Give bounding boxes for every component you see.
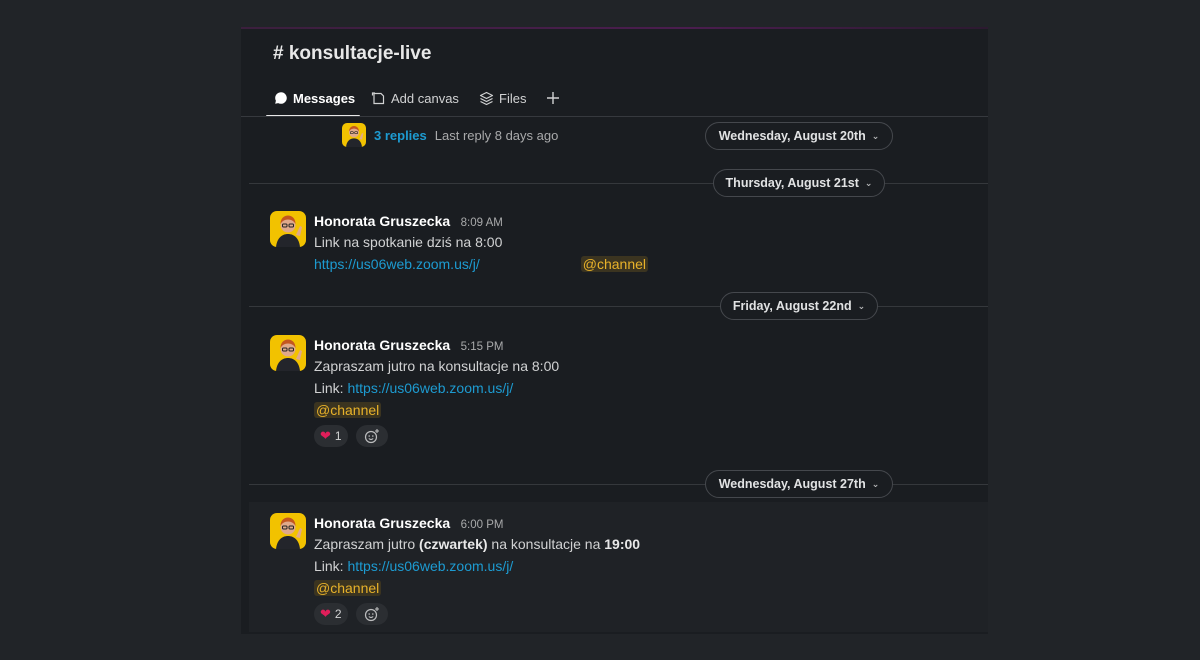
zoom-link[interactable]: https://us06web.zoom.us/j/ xyxy=(347,380,513,396)
add-reaction-button[interactable] xyxy=(356,425,389,447)
date-divider-pill[interactable]: Thursday, August 21st ⌄ xyxy=(713,169,885,197)
message-timestamp[interactable]: 8:09 AM xyxy=(461,217,503,229)
message-mention-line: @channel xyxy=(314,577,968,599)
channel-mention[interactable]: @channel xyxy=(314,402,382,418)
avatar[interactable] xyxy=(270,513,306,549)
channel-tabs: Messages Add canvas Files xyxy=(266,83,988,117)
chevron-down-icon: ⌄ xyxy=(864,177,873,188)
add-emoji-icon xyxy=(364,607,380,622)
channel-window: # konsultacje-live Messages Add canvas F… xyxy=(241,27,988,634)
plus-icon xyxy=(547,92,559,104)
add-tab-button[interactable] xyxy=(545,83,566,113)
date-label: Friday, August 22nd xyxy=(732,299,852,313)
date-label: Wednesday, August 27th xyxy=(718,477,866,491)
tab-add-canvas-label: Add canvas xyxy=(391,90,459,106)
message-item[interactable]: Honorata Gruszecka 6:00 PM Zapraszam jut… xyxy=(241,513,988,625)
message-link-line: https://us06web.zoom.us/j/ @channel xyxy=(314,253,968,275)
heart-reaction[interactable]: ❤ 2 xyxy=(314,603,348,625)
date-divider-pill[interactable]: Wednesday, August 20th ⌄ xyxy=(705,122,893,150)
message-text-part: Zapraszam jutro xyxy=(314,536,420,552)
reaction-count: 1 xyxy=(334,429,342,443)
message-item[interactable]: Honorata Gruszecka 8:09 AM Link na spotk… xyxy=(241,211,988,281)
message-mention-line: @channel xyxy=(314,399,968,421)
tab-files-label: Files xyxy=(499,90,527,106)
message-text: Zapraszam jutro na konsultacje na 8:00 xyxy=(314,358,560,374)
tab-add-canvas[interactable]: Add canvas xyxy=(371,83,459,113)
link-prefix: Link: xyxy=(314,380,348,396)
author-name[interactable]: Honorata Gruszecka xyxy=(314,515,450,531)
message-text: Zapraszam jutro (czwartek) na konsultacj… xyxy=(314,533,968,555)
reaction-count: 2 xyxy=(334,607,342,621)
chevron-down-icon: ⌄ xyxy=(871,130,880,141)
reactions-bar: ❤ 1 xyxy=(314,425,968,449)
message-text-part: na konsultacje na xyxy=(487,536,605,552)
canvas-icon xyxy=(371,91,385,104)
date-label: Thursday, August 21st xyxy=(725,176,859,190)
thread-last-reply: Last reply 8 days ago xyxy=(434,127,559,143)
thread-replies-link[interactable]: 3 replies xyxy=(374,128,427,143)
message-item[interactable]: Honorata Gruszecka 5:15 PM Zapraszam jut… xyxy=(241,335,988,455)
zoom-link[interactable]: https://us06web.zoom.us/j/ xyxy=(347,558,513,574)
chevron-down-icon: ⌄ xyxy=(871,478,880,489)
tab-messages[interactable]: Messages xyxy=(266,83,360,117)
author-name[interactable]: Honorata Gruszecka xyxy=(314,213,450,229)
heart-reaction[interactable]: ❤ 1 xyxy=(314,425,348,447)
message-list: 3 replies Last reply 8 days ago Wednesda… xyxy=(241,117,988,634)
heart-icon: ❤ xyxy=(320,606,331,621)
add-reaction-button[interactable] xyxy=(356,603,389,625)
tab-files[interactable]: Files xyxy=(479,83,526,113)
date-divider-pill[interactable]: Wednesday, August 27th ⌄ xyxy=(705,470,893,498)
message-link-line: Link: https://us06web.zoom.us/j/ xyxy=(314,377,968,399)
layers-icon xyxy=(479,91,494,105)
thread-reply-avatar xyxy=(342,123,366,147)
message-timestamp[interactable]: 5:15 PM xyxy=(461,341,504,353)
message-timestamp[interactable]: 6:00 PM xyxy=(461,519,504,531)
add-emoji-icon xyxy=(364,429,380,444)
link-prefix: Link: xyxy=(314,558,348,574)
channel-title: # konsultacje-live xyxy=(273,43,432,64)
heart-icon: ❤ xyxy=(320,428,331,443)
message-bubble-icon xyxy=(275,92,287,104)
channel-mention[interactable]: @channel xyxy=(314,580,382,596)
message-bold-text: (czwartek) xyxy=(419,536,488,552)
reactions-bar: ❤ 2 xyxy=(314,603,968,627)
message-bold-text: 19:00 xyxy=(604,536,641,552)
message-link-line: Link: https://us06web.zoom.us/j/ xyxy=(314,555,968,577)
tab-messages-label: Messages xyxy=(293,90,356,106)
chevron-down-icon: ⌄ xyxy=(857,300,866,311)
author-name[interactable]: Honorata Gruszecka xyxy=(314,337,450,353)
date-label: Wednesday, August 20th xyxy=(718,129,866,143)
avatar[interactable] xyxy=(270,335,306,371)
date-divider-pill[interactable]: Friday, August 22nd ⌄ xyxy=(720,292,878,320)
zoom-link[interactable]: https://us06web.zoom.us/j/ xyxy=(314,256,480,272)
channel-mention[interactable]: @channel xyxy=(580,256,649,272)
message-text: Link na spotkanie dziś na 8:00 xyxy=(314,234,503,250)
avatar[interactable] xyxy=(270,211,306,247)
thread-summary[interactable]: 3 replies Last reply 8 days ago xyxy=(342,123,558,147)
